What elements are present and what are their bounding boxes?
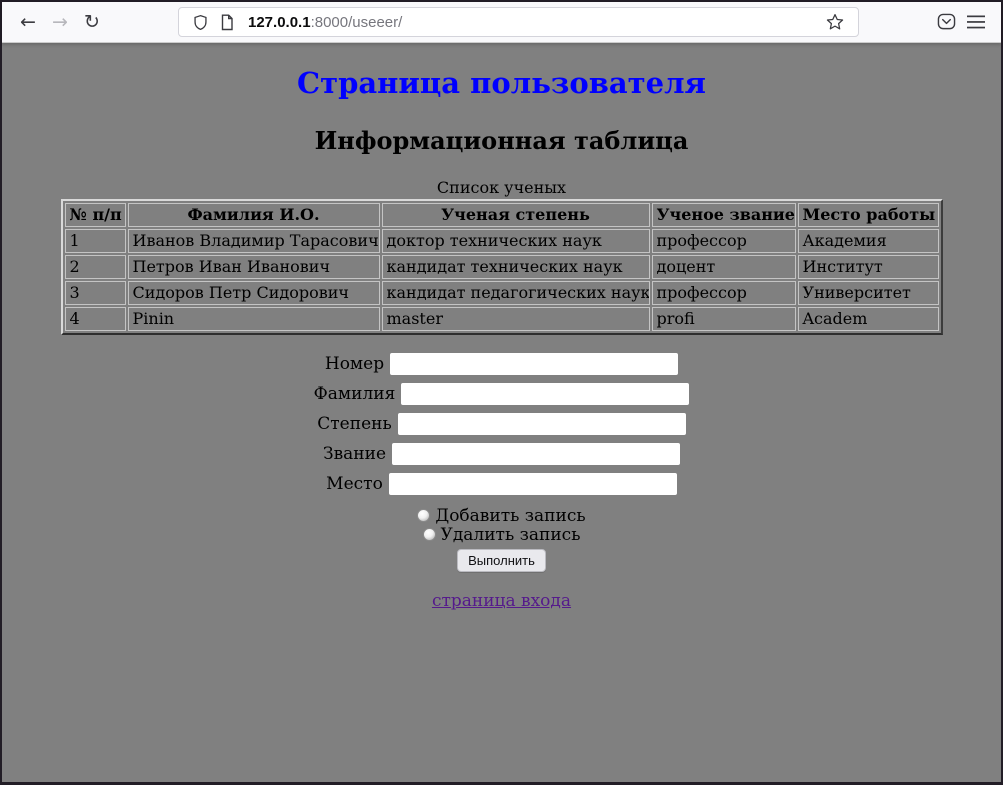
place-label: Место (326, 474, 383, 494)
action-radio-group: Добавить запись Удалить запись (2, 507, 1001, 545)
table-cell: профессор (652, 281, 796, 305)
table-cell: кандидат технических наук (382, 255, 650, 279)
table-row: 3 Сидоров Петр Сидорович кандидат педаго… (65, 281, 939, 305)
delete-record-radio[interactable] (423, 528, 436, 541)
table-cell: Pinin (128, 307, 380, 331)
table-row: 2 Петров Иван Иванович кандидат техничес… (65, 255, 939, 279)
login-page-link[interactable]: страница входа (432, 591, 571, 611)
table-cell: доцент (652, 255, 796, 279)
table-cell: Академия (798, 229, 939, 253)
number-input[interactable] (390, 353, 678, 375)
browser-toolbar: ← → ↻ 127.0.0.1:8000/useeer/ (2, 2, 1001, 43)
url-host: 127.0.0.1 (248, 14, 311, 31)
delete-record-option[interactable]: Удалить запись (2, 526, 1001, 545)
form-row-degree: Степень (2, 413, 1001, 435)
table-cell: master (382, 307, 650, 331)
bookmark-star-icon[interactable] (826, 13, 844, 31)
table-cell: 2 (65, 255, 126, 279)
column-header: Фамилия И.О. (128, 203, 380, 227)
record-form: Номер Фамилия Степень Звание Место Добав… (2, 353, 1001, 572)
delete-record-label: Удалить запись (441, 525, 581, 545)
add-record-radio[interactable] (417, 509, 430, 522)
form-row-place: Место (2, 473, 1001, 495)
reload-button[interactable]: ↻ (76, 7, 108, 37)
table-cell: кандидат педагогических наук (382, 281, 650, 305)
execute-button[interactable]: Выполнить (457, 549, 546, 572)
url-bar[interactable]: 127.0.0.1:8000/useeer/ (178, 7, 859, 37)
table-row: 1 Иванов Владимир Тарасович доктор техни… (65, 229, 939, 253)
table-cell: Сидоров Петр Сидорович (128, 281, 380, 305)
column-header: Место работы (798, 203, 939, 227)
form-row-surname: Фамилия (2, 383, 1001, 405)
table-cell: profi (652, 307, 796, 331)
url-text[interactable]: 127.0.0.1:8000/useeer/ (248, 14, 402, 31)
table-cell: профессор (652, 229, 796, 253)
place-input[interactable] (389, 473, 677, 495)
add-record-option[interactable]: Добавить запись (2, 507, 1001, 526)
table-header-row: № п/п Фамилия И.О. Ученая степень Ученое… (65, 203, 939, 227)
url-path: :8000/useeer/ (311, 14, 403, 31)
table-cell: Academ (798, 307, 939, 331)
hamburger-menu-icon[interactable] (961, 7, 991, 37)
table-cell: Иванов Владимир Тарасович (128, 229, 380, 253)
pocket-icon[interactable] (931, 7, 961, 37)
column-header: Ученая степень (382, 203, 650, 227)
table-cell: Университет (798, 281, 939, 305)
page-title: Страница пользователя (2, 67, 1001, 100)
shield-icon[interactable] (193, 14, 208, 31)
add-record-label: Добавить запись (435, 506, 585, 526)
rank-input[interactable] (392, 443, 680, 465)
table-cell: Институт (798, 255, 939, 279)
degree-input[interactable] (398, 413, 686, 435)
back-button[interactable]: ← (12, 7, 44, 37)
table-caption: Список ученых (2, 178, 1001, 197)
reload-icon: ↻ (84, 11, 100, 33)
rank-label: Звание (323, 444, 386, 464)
column-header: Ученое звание (652, 203, 796, 227)
browser-window: ← → ↻ 127.0.0.1:8000/useeer/ (0, 0, 1003, 785)
degree-label: Степень (317, 414, 391, 434)
form-row-number: Номер (2, 353, 1001, 375)
table-cell: 3 (65, 281, 126, 305)
column-header: № п/п (65, 203, 126, 227)
surname-label: Фамилия (314, 384, 396, 404)
form-row-rank: Звание (2, 443, 1001, 465)
table-cell: доктор технических наук (382, 229, 650, 253)
number-label: Номер (325, 354, 384, 374)
page-subtitle: Информационная таблица (2, 127, 1001, 155)
scientists-table: № п/п Фамилия И.О. Ученая степень Ученое… (61, 199, 943, 335)
table-row: 4 Pinin master profi Academ (65, 307, 939, 331)
table-cell: 4 (65, 307, 126, 331)
surname-input[interactable] (401, 383, 689, 405)
table-cell: 1 (65, 229, 126, 253)
page-info-icon[interactable] (220, 14, 234, 31)
table-cell: Петров Иван Иванович (128, 255, 380, 279)
back-arrow-icon: ← (20, 11, 36, 33)
forward-button[interactable]: → (44, 7, 76, 37)
forward-arrow-icon: → (52, 11, 68, 33)
page-content: Страница пользователя Информационная таб… (2, 43, 1001, 782)
